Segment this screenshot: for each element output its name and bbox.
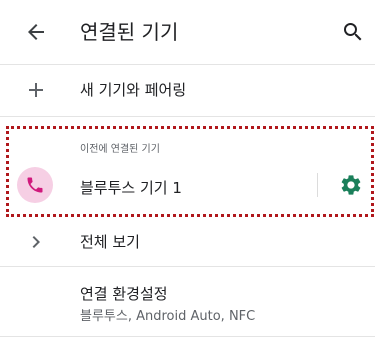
device-avatar	[17, 167, 53, 203]
connection-preferences-summary: 블루투스, Android Auto, NFC	[80, 309, 256, 324]
device-row-bluetooth-1[interactable]: 블루투스 기기 1	[0, 160, 375, 210]
divider	[0, 336, 375, 337]
pair-new-device-label: 새 기기와 페어링	[80, 81, 187, 99]
pair-new-device-row[interactable]: 새 기기와 페어링	[0, 65, 375, 115]
page-title: 연결된 기기	[80, 20, 179, 44]
section-header-previously-connected: 이전에 연결된 기기	[80, 144, 160, 155]
plus-icon	[29, 83, 43, 97]
arrow-back-icon[interactable]	[24, 20, 48, 44]
connection-preferences-row[interactable]: 연결 환경설정 블루투스, Android Auto, NFC	[0, 267, 375, 333]
device-name: 블루투스 기기 1	[80, 179, 182, 197]
gear-icon[interactable]	[339, 173, 363, 197]
vertical-divider	[317, 173, 318, 197]
app-bar: 연결된 기기	[0, 0, 375, 64]
see-all-label: 전체 보기	[80, 233, 140, 251]
search-icon[interactable]	[341, 20, 365, 44]
phone-icon	[27, 177, 43, 193]
see-all-row[interactable]: 전체 보기	[0, 218, 375, 264]
divider	[0, 116, 375, 117]
connection-preferences-label: 연결 환경설정	[80, 285, 168, 303]
chevron-right-icon	[32, 236, 40, 248]
connected-devices-screen: 연결된 기기 새 기기와 페어링 이전에 연결된 기기 블루투스 기기 1 전체…	[0, 0, 375, 339]
